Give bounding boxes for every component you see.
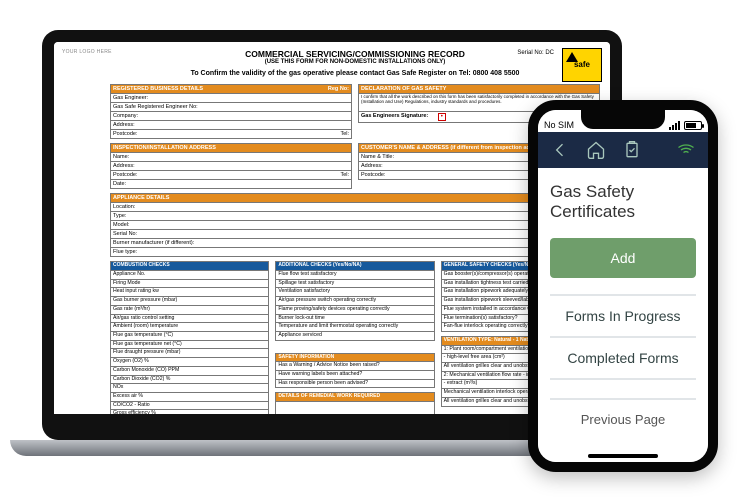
field[interactable]: Appliance serviced [275, 332, 434, 341]
field[interactable]: Have warning labels been attached? [275, 371, 434, 380]
field[interactable]: Air/gas ratio control setting [110, 315, 269, 324]
field[interactable]: Oxygen (O2) % [110, 358, 269, 367]
field[interactable]: Ventilation satisfactory [275, 288, 434, 297]
field[interactable]: Heat input rating kw [110, 288, 269, 297]
field[interactable]: Flue flow test satisfactory [275, 271, 434, 280]
section-declaration-heading: DECLARATION OF GAS SAFETY [358, 84, 600, 94]
field[interactable]: Air/gas pressure switch operating correc… [275, 297, 434, 306]
previous-page-button[interactable]: Previous Page [550, 398, 696, 439]
forms-in-progress-button[interactable]: Forms In Progress [550, 294, 696, 338]
field[interactable]: Carbon Dioxide (CO2) % [110, 376, 269, 385]
section-remedial-heading: DETAILS OF REMEDIAL WORK REQUIRED [275, 392, 434, 402]
field[interactable]: Temperature and limit thermostat operati… [275, 323, 434, 332]
wifi-icon [676, 140, 696, 160]
field[interactable]: Postcode:Tel: [110, 130, 352, 139]
field[interactable]: Burner manufacturer (if different): [110, 239, 600, 248]
document-form: YOUR LOGO HERE Serial No: DC safe COMMER… [54, 42, 610, 414]
field[interactable]: Gas rate (m³/hr) [110, 306, 269, 315]
battery-icon [684, 121, 702, 130]
field[interactable]: Type: [110, 212, 600, 221]
sim-status: No SIM [544, 120, 574, 130]
add-button[interactable]: Add [550, 238, 696, 278]
field[interactable]: Gas Safe Registered Engineer No: [110, 103, 352, 112]
home-icon[interactable] [586, 140, 606, 160]
signal-icon [669, 121, 680, 130]
logo-placeholder: YOUR LOGO HERE [62, 50, 112, 56]
field[interactable]: Address: [110, 162, 352, 171]
field[interactable]: Appliance No. [110, 271, 269, 280]
completed-forms-button[interactable]: Completed Forms [550, 338, 696, 380]
field[interactable]: Postcode:Tel: [110, 171, 352, 180]
field[interactable]: Spillage test satisfactory [275, 280, 434, 289]
home-indicator[interactable] [588, 454, 658, 458]
field[interactable]: Flue draught pressure (mbar) [110, 349, 269, 358]
field[interactable]: Location: [110, 203, 600, 212]
field[interactable]: Flue type: [110, 248, 600, 257]
signature-box-icon[interactable]: • [438, 113, 446, 121]
field[interactable]: Name: [110, 153, 352, 162]
field[interactable]: Date: [110, 180, 352, 189]
phone-notch [581, 109, 665, 129]
section-inspection-heading: INSPECTION/INSTALLATION ADDRESS [110, 143, 352, 153]
section-business-heading: REGISTERED BUSINESS DETAILS Reg No: [110, 84, 352, 94]
field[interactable]: Model: [110, 221, 600, 230]
field[interactable] [275, 429, 434, 440]
field[interactable] [275, 402, 434, 416]
field[interactable]: Flue gas temperature (°C) [110, 332, 269, 341]
clipboard-icon[interactable] [622, 140, 642, 160]
field[interactable]: Address: [110, 121, 352, 130]
field[interactable]: Excess air % [110, 393, 269, 402]
field[interactable]: Ambient (room) temperature [110, 323, 269, 332]
field[interactable]: Has responsible person been advised? [275, 380, 434, 389]
field[interactable]: Gas burner pressure (mbar) [110, 297, 269, 306]
page-title: Gas Safety Certificates [550, 182, 696, 222]
field[interactable]: Firing Mode [110, 280, 269, 289]
section-safety-heading: SAFETY INFORMATION [275, 353, 434, 363]
app-screen: Gas Safety Certificates Add Forms In Pro… [538, 168, 708, 462]
field[interactable]: Company: [110, 112, 352, 121]
app-bar [538, 132, 708, 168]
field[interactable]: Has a Warning / Advice Notice been raise… [275, 362, 434, 371]
section-additional-heading: ADDITIONAL CHECKS (Yes/No/NA) [275, 261, 434, 271]
field[interactable]: CO/CO2 - Ratio [110, 402, 269, 411]
field[interactable]: Gross efficiency % [110, 410, 269, 419]
field[interactable]: Serial No: [110, 230, 600, 239]
field[interactable]: NOx [110, 384, 269, 393]
field[interactable]: Flame proving/safety devices operating c… [275, 306, 434, 315]
field[interactable]: CO flue dilution % [110, 419, 269, 428]
section-appliance-heading: APPLIANCE DETAILS [110, 193, 600, 203]
back-icon[interactable] [550, 140, 570, 160]
field[interactable]: Burner lock-out time [275, 315, 434, 324]
doc-subtitle: (USE THIS FORM FOR NON-DOMESTIC INSTALLA… [110, 59, 600, 66]
serial-number: Serial No: DC [517, 50, 554, 57]
section-workdone-heading: DETAILS OF WORK DONE [275, 420, 434, 430]
gas-safe-logo: safe [562, 48, 602, 82]
field[interactable]: Gas Engineer: [110, 94, 352, 103]
section-combustion-heading: COMBUSTION CHECKS [110, 261, 269, 271]
field[interactable]: Carbon Monoxide (CO) PPM [110, 367, 269, 376]
field[interactable]: Flue gas temperature net (°C) [110, 341, 269, 350]
phone-mockup: No SIM 12:15 PM Gas Safety Certificates … [528, 100, 718, 472]
doc-validity: To Confirm the validity of the gas opera… [110, 70, 600, 78]
